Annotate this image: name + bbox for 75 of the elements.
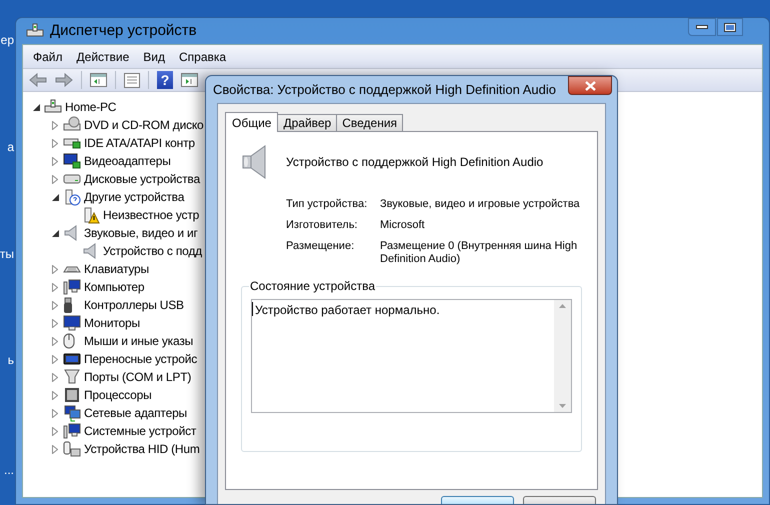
- dialog-button[interactable]: [523, 496, 596, 504]
- menu-item[interactable]: Файл: [27, 48, 69, 66]
- desktop-icon-label[interactable]: ер: [0, 33, 14, 47]
- system-unit-icon: [63, 278, 81, 296]
- desktop-icon-label[interactable]: ...: [4, 463, 14, 477]
- tree-item[interactable]: Видеоадаптеры: [84, 152, 171, 170]
- tree-item[interactable]: Другие устройства: [84, 188, 184, 206]
- tree-item[interactable]: DVD и CD-ROM диско: [84, 116, 204, 134]
- display-adapter-icon: [63, 153, 81, 169]
- property-value: Microsoft: [380, 219, 426, 232]
- tree-item[interactable]: IDE ATA/ATAPI контр: [84, 134, 195, 152]
- back-arrow-icon[interactable]: [29, 73, 47, 87]
- network-adapter-icon: [63, 404, 81, 422]
- dialog-title: Свойства: Устройство с поддержкой High Definition Audio: [213, 80, 556, 99]
- minimize-button[interactable]: [688, 18, 716, 36]
- tree-item[interactable]: Процессоры: [84, 386, 152, 404]
- mouse-icon: [63, 333, 75, 349]
- device-manager-icon: [26, 23, 44, 39]
- tree-item[interactable]: Мониторы: [84, 314, 140, 332]
- tree-item[interactable]: Порты (COM и LPT): [84, 368, 192, 386]
- collapse-arrow-icon[interactable]: [33, 102, 43, 112]
- close-icon: [584, 80, 596, 90]
- tree-item[interactable]: Клавиатуры: [84, 260, 149, 278]
- panel-icon[interactable]: [90, 73, 107, 87]
- system-unit-icon: [63, 422, 81, 440]
- tree-item[interactable]: Контроллеры USB: [84, 296, 184, 314]
- forward-arrow-icon[interactable]: [55, 73, 73, 87]
- usb-plug-icon: [63, 296, 73, 314]
- tree-item[interactable]: Home-PC: [65, 98, 116, 116]
- tab[interactable]: Общие: [225, 112, 278, 132]
- tree-item[interactable]: Переносные устройс: [84, 350, 198, 368]
- tree-item[interactable]: Устройства HID (Hum: [84, 440, 200, 458]
- processor-chip-icon: [63, 386, 81, 404]
- window-title: Диспетчер устройств: [50, 20, 197, 41]
- unknown-device-icon: [63, 188, 81, 206]
- dialog-button[interactable]: [441, 496, 514, 504]
- tree-item[interactable]: Неизвестное устр: [103, 206, 200, 224]
- property-label: Изготовитель:: [286, 219, 358, 232]
- device-name: Устройство с поддержкой High Definition Audio: [286, 154, 544, 171]
- collapse-arrow-icon[interactable]: [52, 192, 62, 202]
- close-button[interactable]: [568, 76, 612, 95]
- desktop-icon-label[interactable]: ь: [8, 353, 14, 367]
- menu-item[interactable]: Вид: [137, 48, 171, 66]
- desktop-icon-label[interactable]: ты: [0, 247, 14, 261]
- tree-item[interactable]: Системные устройст: [84, 422, 196, 440]
- scroll-up-icon: [559, 304, 566, 308]
- desktop-icon-label[interactable]: а: [7, 140, 14, 154]
- scroll-down-icon: [559, 404, 566, 408]
- tab[interactable]: Сведения: [336, 114, 404, 131]
- property-label: Тип устройства:: [286, 198, 368, 211]
- tree-item[interactable]: Мыши и иные указы: [84, 332, 194, 350]
- tree-item[interactable]: Компьютер: [84, 278, 144, 296]
- tree-item[interactable]: Устройство с подд: [103, 242, 202, 260]
- warning-device-icon: [82, 206, 100, 224]
- property-value: Размещение 0 (Внутренняя шина High Definition Audio): [380, 240, 578, 266]
- portable-device-icon: [63, 353, 81, 365]
- tree-item[interactable]: Звуковые, видео и иг: [84, 224, 198, 242]
- tree-item[interactable]: Дисковые устройства: [84, 170, 200, 188]
- maximize-button[interactable]: [717, 18, 743, 36]
- drive-controller-icon: [63, 138, 81, 148]
- port-connector-icon: [63, 368, 81, 386]
- input-device-icon: [63, 440, 81, 458]
- group-title: Состояние устройства: [249, 279, 376, 293]
- collapse-arrow-icon[interactable]: [52, 228, 62, 238]
- monitor-icon: [63, 314, 81, 332]
- keyboard-icon: [63, 266, 81, 272]
- panel-icon[interactable]: [181, 73, 198, 87]
- tree-item[interactable]: Сетевые адаптеры: [84, 404, 187, 422]
- menu-item[interactable]: Действие: [70, 48, 136, 66]
- properties-sheet-icon[interactable]: [124, 72, 140, 88]
- property-label: Размещение:: [286, 240, 356, 254]
- property-value: Звуковые, видео и игровые устройства: [380, 198, 581, 211]
- tab[interactable]: Драйвер: [277, 114, 338, 131]
- menu-item[interactable]: Справка: [173, 48, 232, 66]
- help-button[interactable]: ?: [157, 71, 173, 89]
